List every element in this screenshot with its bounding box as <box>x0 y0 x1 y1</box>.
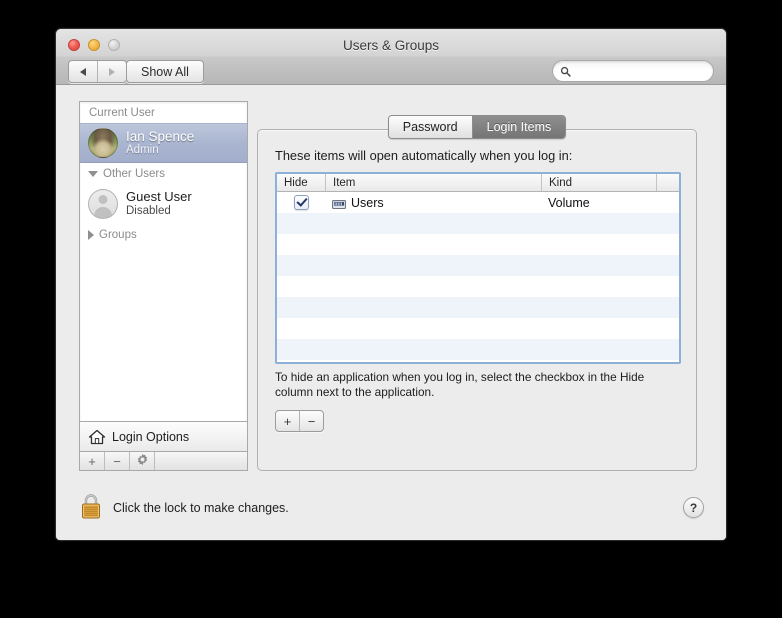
add-login-item-button[interactable]: + <box>276 411 299 431</box>
user-name: Guest User <box>126 190 192 205</box>
user-settings-button[interactable] <box>130 452 155 470</box>
user-role: Disabled <box>126 205 192 218</box>
remove-login-item-button[interactable]: − <box>299 411 323 431</box>
window-footer: Click the lock to make changes. ? <box>56 479 726 541</box>
add-user-button[interactable]: + <box>80 452 105 470</box>
triangle-down-icon[interactable] <box>88 171 98 177</box>
avatar <box>88 128 118 158</box>
lock-label: Click the lock to make changes. <box>113 501 289 515</box>
tab-login-items-label: Login Items <box>487 120 552 134</box>
tab-bar: Password Login Items <box>257 115 697 139</box>
user-name: Ian Spence <box>126 129 194 144</box>
minus-icon: − <box>113 454 121 469</box>
avatar <box>88 189 118 219</box>
help-button[interactable]: ? <box>683 497 704 518</box>
window-body: Current User Ian Spence Admin Other User… <box>56 85 726 541</box>
group-other-users[interactable]: Other Users <box>80 163 247 184</box>
group-label-other-users: Other Users <box>103 168 165 180</box>
window-title: Users & Groups <box>56 38 726 53</box>
login-items-table[interactable]: Hide Item Kind <box>275 172 681 364</box>
table-row-empty[interactable] <box>277 339 679 360</box>
triangle-right-icon[interactable] <box>88 230 94 240</box>
remove-user-button[interactable]: − <box>105 452 130 470</box>
cell-extra <box>656 192 679 213</box>
tab-login-items[interactable]: Login Items <box>472 116 566 138</box>
user-text: Ian Spence Admin <box>126 129 194 157</box>
tab-password-label: Password <box>403 120 458 134</box>
current-user-header: Current User <box>80 102 247 123</box>
home-icon <box>88 429 106 445</box>
triangle-right-icon <box>109 68 115 76</box>
hide-checkbox[interactable] <box>294 195 309 210</box>
cell-hide <box>277 192 325 213</box>
table-row-empty[interactable] <box>277 297 679 318</box>
table-row-empty[interactable] <box>277 213 679 234</box>
search-icon <box>560 66 571 77</box>
column-header-kind[interactable]: Kind <box>541 174 656 191</box>
login-options-button[interactable]: Login Options <box>79 421 248 451</box>
table-row[interactable]: Users Volume <box>277 192 679 213</box>
show-all-button[interactable]: Show All <box>126 60 204 83</box>
search-field[interactable] <box>552 60 714 82</box>
triangle-left-icon <box>80 68 86 76</box>
nav-buttons <box>68 60 127 83</box>
group-label-groups: Groups <box>99 229 137 241</box>
tab-group: Password Login Items <box>388 115 567 139</box>
gear-icon <box>136 453 149 469</box>
forward-button[interactable] <box>97 61 126 82</box>
user-role: Admin <box>126 144 194 157</box>
window-titlebar: Users & Groups Show All <box>56 29 726 85</box>
lock-button[interactable] <box>78 491 104 521</box>
table-row-empty[interactable] <box>277 255 679 276</box>
question-mark-icon: ? <box>690 501 697 515</box>
cell-kind: Volume <box>541 192 656 213</box>
tab-password[interactable]: Password <box>389 116 472 138</box>
plus-icon: + <box>284 414 292 429</box>
minus-icon: − <box>308 414 316 429</box>
item-kind: Volume <box>548 196 590 210</box>
table-row-empty[interactable] <box>277 234 679 255</box>
volume-drive-icon <box>332 197 346 208</box>
add-remove-login-item-buttons: + − <box>275 410 324 432</box>
user-list-sidebar: Current User Ian Spence Admin Other User… <box>79 101 248 421</box>
user-text: Guest User Disabled <box>126 190 192 217</box>
sidebar-item-ian-spence[interactable]: Ian Spence Admin <box>80 123 247 163</box>
screen: Users & Groups Show All <box>0 0 782 618</box>
item-name: Users <box>351 196 384 210</box>
cell-item: Users <box>325 192 541 213</box>
group-groups[interactable]: Groups <box>80 224 247 245</box>
preferences-window: Users & Groups Show All <box>55 28 727 541</box>
plus-icon: + <box>88 454 96 469</box>
table-row-empty[interactable] <box>277 360 679 364</box>
table-row-empty[interactable] <box>277 276 679 297</box>
back-button[interactable] <box>69 61 97 82</box>
sidebar-footer-filler <box>155 452 247 470</box>
column-header-item[interactable]: Item <box>325 174 541 191</box>
login-options-label: Login Options <box>112 430 189 444</box>
panel-description: These items will open automatically when… <box>275 148 572 163</box>
hide-column-hint: To hide an application when you log in, … <box>275 370 675 400</box>
sidebar-footer-toolbar: + − <box>79 451 248 471</box>
table-header: Hide Item Kind <box>277 174 679 192</box>
login-items-panel: These items will open automatically when… <box>257 129 697 471</box>
search-input[interactable] <box>571 63 727 79</box>
table-row-empty[interactable] <box>277 318 679 339</box>
column-header-hide[interactable]: Hide <box>277 174 325 191</box>
show-all-label: Show All <box>141 65 189 79</box>
sidebar-item-guest-user[interactable]: Guest User Disabled <box>80 184 247 224</box>
column-header-extra[interactable] <box>656 174 679 191</box>
